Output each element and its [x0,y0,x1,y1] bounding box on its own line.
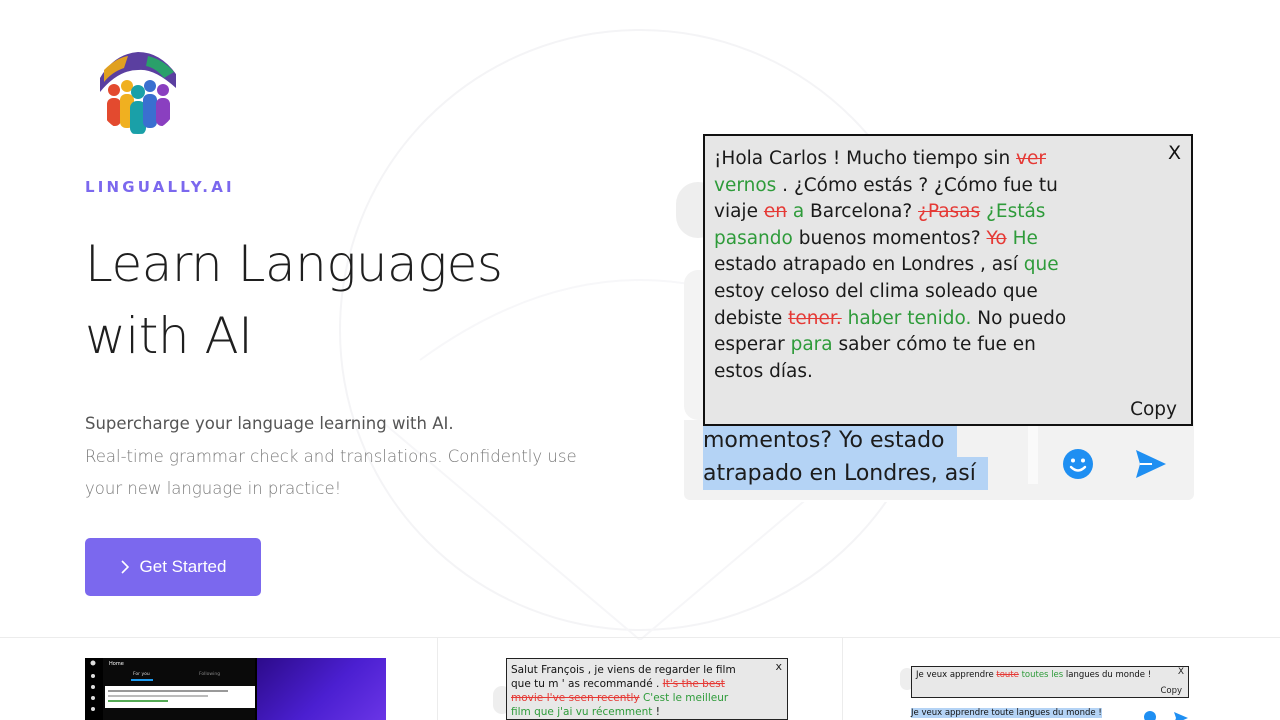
copy-button[interactable]: Copy [1130,399,1177,420]
subtitle-lead: Supercharge your language learning with … [85,414,454,433]
copy-preview-label: Copy [1160,686,1182,696]
deleted-text: ¿Pasas [918,201,981,223]
plain-text: Barcelona? [804,201,919,223]
close-popup-button[interactable]: X [1168,142,1181,164]
chevron-right-icon [120,560,130,574]
twitter-sidebar [85,658,101,720]
send-icon[interactable] [1134,448,1168,480]
brand-name: LINGUALLY.AI [85,178,235,196]
section-divider [0,637,1280,638]
chat-input-area: momentos? Yo estado atrapado en Londres,… [670,420,1195,502]
preview-chat-icons [1144,711,1188,720]
inserted-text: a [792,201,805,223]
selected-text: momentos? Yo estado atrapado en Londres,… [703,424,988,490]
plain-text: estado atrapado en Londres , así [714,254,1024,276]
twitter-home-label: Home [109,661,124,667]
deleted-text: ver [1016,148,1046,169]
get-started-label: Get Started [139,557,227,576]
deleted-text: toute [996,670,1019,680]
column-divider [437,638,438,720]
twitter-preview-thumbnail[interactable]: Home For you Following [85,658,386,720]
selected-line-2: atrapado en Londres, así [703,457,988,490]
twitter-correction-card [105,686,255,708]
hero-subtitle: Supercharge your language learning with … [85,408,585,506]
selected-line-1: momentos? Yo estado [703,424,957,457]
corrected-text: ¡Hola Carlos ! Mucho tiempo sin ver vern… [714,146,1074,385]
deleted-text: en [763,201,787,223]
column-divider [842,638,843,720]
hero-demo-screenshot: momentos? Yo estado atrapado en Londres,… [670,130,1200,505]
twitter-tab-for-you: For you [133,672,150,677]
smiley-icon[interactable] [1062,448,1094,480]
twitter-tab-following: Following [199,672,221,677]
chat-divider [1028,422,1038,484]
close-preview-icon: x [775,660,782,673]
plain-text: Je veux apprendre [916,670,997,680]
inserted-text: que [1023,254,1059,276]
deleted-text: tener. [788,307,842,329]
french-corrected-text: Salut François , je viens de regarder le… [511,663,741,719]
inserted-text: vernos [714,174,777,196]
twitter-tab-underline [131,679,153,681]
grammar-correction-popup: X ¡Hola Carlos ! Mucho tiempo sin ver ve… [703,134,1193,426]
purple-background-panel [257,658,386,720]
plain-text: ! [652,706,660,718]
get-started-button[interactable]: Get Started [85,538,261,596]
langues-preview-thumbnail[interactable]: Je veux apprendre toute toutes les langu… [911,666,1189,698]
langues-selected-text: Je veux apprendre toute langues du monde… [911,708,1102,718]
inserted-text: toutes les [1021,670,1064,680]
people-globe-logo-icon [100,52,176,134]
subtitle-rest: Real-time grammar check and translations… [85,446,577,499]
inserted-text: haber tenido. [847,307,972,329]
french-preview-thumbnail[interactable]: x Salut François , je viens de regarder … [506,658,788,720]
plain-text: ¡Hola Carlos ! Mucho tiempo sin [714,148,1017,169]
title-line-2: with AI [85,307,253,365]
inserted-text: para [790,334,833,356]
deleted-text: Yo [986,227,1007,249]
inserted-text: He [1012,227,1038,249]
close-preview-icon: X [1177,667,1184,677]
langues-corrected-text: Je veux apprendre toute toutes les langu… [916,670,1151,680]
plain-text: langues du monde ! [1063,670,1152,680]
title-line-1: Learn Languages [85,235,503,293]
plain-text: buenos momentos? [792,227,987,249]
page-title: Learn Languages with AI [85,228,605,372]
